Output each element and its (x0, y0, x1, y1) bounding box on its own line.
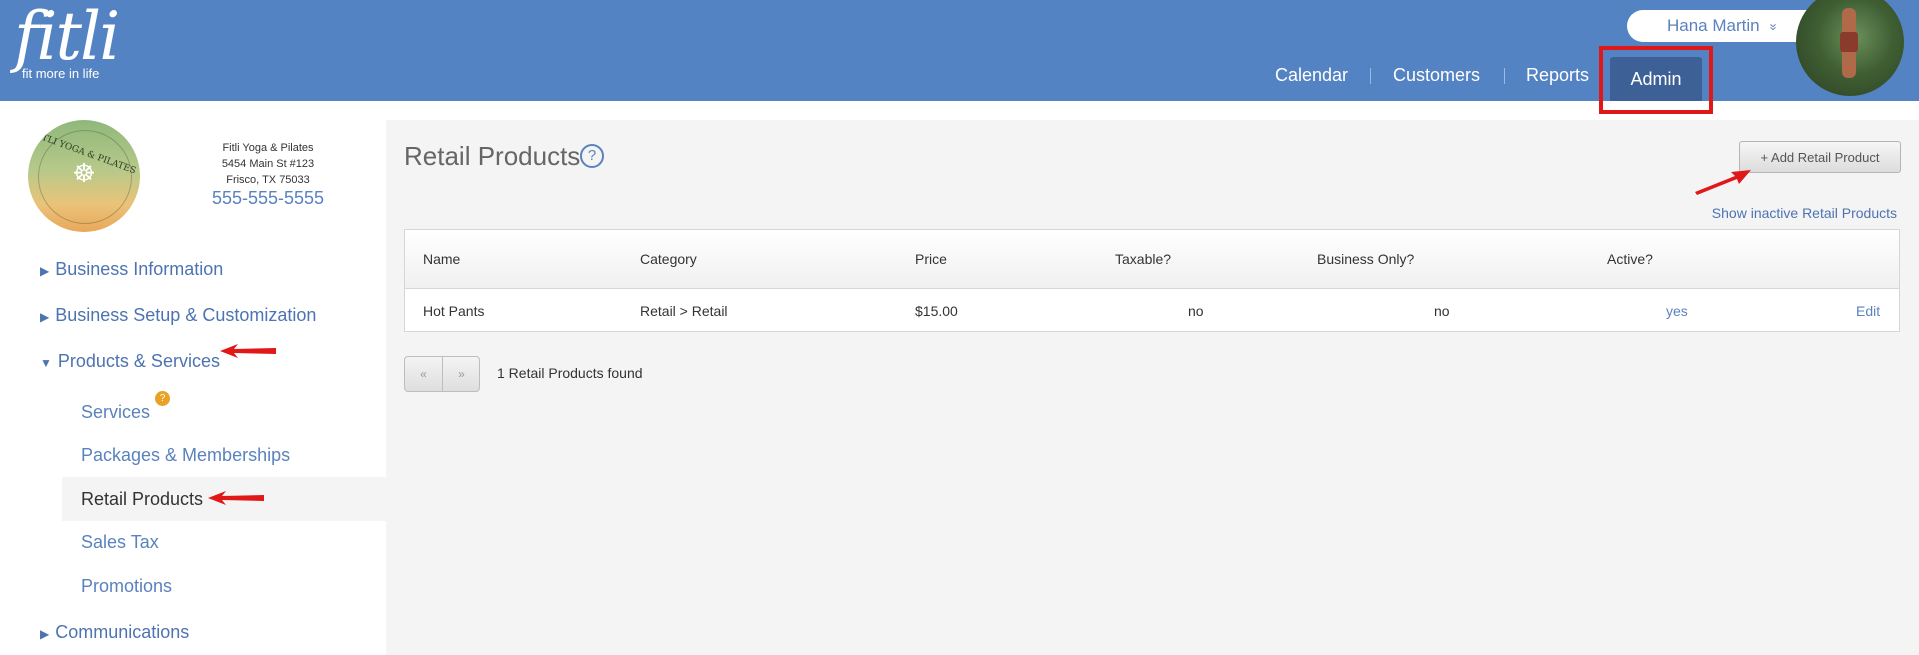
admin-highlight-box (1599, 46, 1713, 114)
pagination: « » (404, 356, 480, 392)
sidebar-item-promotions[interactable]: Promotions (81, 575, 172, 597)
nav-calendar[interactable]: Calendar (1275, 55, 1348, 95)
caret-down-icon: ▼ (40, 356, 52, 370)
cell-active[interactable]: yes (1666, 289, 1688, 333)
meditation-icon: ☸ (72, 158, 96, 188)
caret-right-icon: ▶ (40, 627, 50, 641)
sidebar-item-business-information[interactable]: ▶ Business Information (40, 258, 223, 282)
chevron-down-icon: » (1766, 23, 1782, 31)
sidebar-item-communications[interactable]: ▶ Communications (40, 621, 189, 645)
sidebar-item-label: Business Information (55, 259, 224, 279)
column-header-active[interactable]: Active? (1607, 230, 1653, 288)
sidebar-item-packages[interactable]: Packages & Memberships (81, 444, 290, 466)
cell-category: Retail > Retail (640, 303, 728, 319)
red-arrow-icon (1695, 170, 1751, 195)
user-name: Hana Martin (1667, 16, 1760, 35)
logo-word: fitli (14, 0, 120, 75)
nav-divider (1504, 68, 1505, 84)
edit-link[interactable]: Edit (1856, 289, 1880, 333)
show-inactive-link[interactable]: Show inactive Retail Products (1700, 205, 1897, 221)
sidebar-item-label: Products & Services (57, 351, 220, 371)
column-header-name[interactable]: Name (423, 230, 460, 288)
sidebar-item-label: Business Setup & Customization (55, 305, 317, 325)
main-panel (386, 120, 1919, 655)
sidebar-item-sales-tax[interactable]: Sales Tax (81, 531, 159, 553)
sidebar-item-products-services[interactable]: ▼ Products & Services (40, 350, 220, 374)
red-arrow-icon (208, 491, 264, 505)
caret-right-icon: ▶ (40, 264, 50, 278)
business-address: Fitli Yoga & Pilates 5454 Main St #123 F… (190, 140, 346, 188)
add-retail-product-button[interactable]: + Add Retail Product (1739, 141, 1901, 173)
help-badge-icon[interactable]: ? (155, 391, 170, 406)
nav-customers[interactable]: Customers (1393, 55, 1480, 95)
column-header-category[interactable]: Category (640, 230, 697, 288)
nav-reports[interactable]: Reports (1526, 55, 1589, 95)
cell-price: $15.00 (915, 303, 958, 319)
nav-divider (1370, 68, 1371, 84)
column-header-taxable[interactable]: Taxable? (1115, 230, 1171, 288)
column-header-price[interactable]: Price (915, 230, 947, 288)
help-icon[interactable]: ? (580, 144, 604, 168)
retail-products-table: Name Category Price Taxable? Business On… (404, 229, 1900, 332)
business-name: Fitli Yoga & Pilates (222, 142, 314, 154)
cell-name: Hot Pants (423, 303, 485, 319)
sidebar-item-retail-products[interactable]: Retail Products (81, 488, 203, 510)
sidebar-item-services[interactable]: Services (81, 401, 150, 423)
results-count: 1 Retail Products found (497, 365, 643, 381)
business-address-line2: Frisco, TX 75033 (226, 174, 310, 186)
red-arrow-icon (220, 344, 276, 358)
column-header-business-only[interactable]: Business Only? (1317, 230, 1414, 288)
business-phone[interactable]: 555-555-5555 (190, 188, 346, 209)
fitli-logo[interactable]: fitli fit more in life (14, 0, 120, 82)
prev-page-button[interactable]: « (405, 357, 442, 391)
business-logo: FITLI YOGA & PILATES ☸ (28, 120, 140, 232)
avatar-figure-top (1840, 32, 1858, 52)
caret-right-icon: ▶ (40, 310, 50, 324)
sidebar-item-label: Communications (55, 622, 190, 642)
page-title: Retail Products (404, 141, 581, 171)
cell-taxable: no (1188, 303, 1204, 319)
sidebar-item-business-setup[interactable]: ▶ Business Setup & Customization (40, 304, 316, 328)
next-page-button[interactable]: » (443, 357, 480, 391)
table-header: Name Category Price Taxable? Business On… (405, 230, 1899, 289)
cell-business-only: no (1434, 303, 1450, 319)
business-address-line1: 5454 Main St #123 (221, 158, 315, 170)
